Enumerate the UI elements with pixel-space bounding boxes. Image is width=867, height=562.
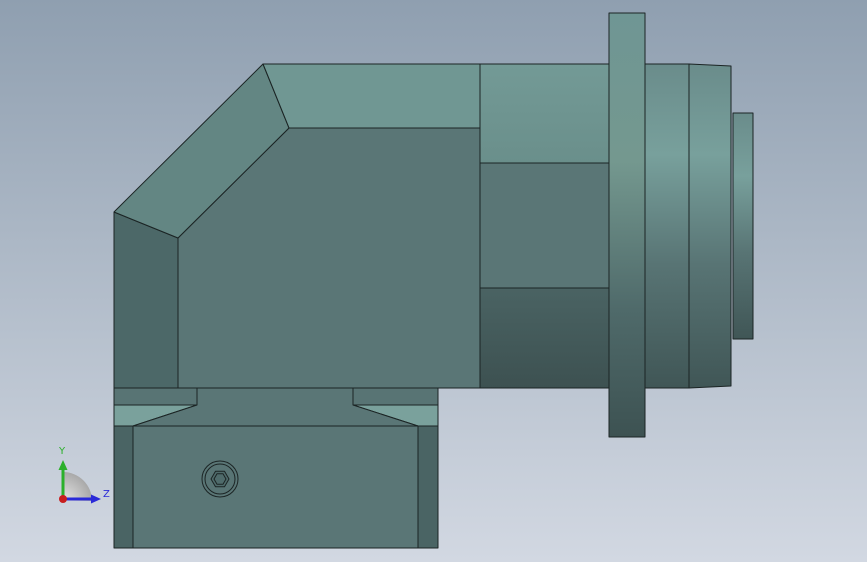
model-canvas[interactable]: Y Z: [0, 0, 867, 562]
cad-viewport[interactable]: Y Z: [0, 0, 867, 562]
socket-screw[interactable]: [201, 460, 239, 498]
output-shaft: [732, 112, 754, 340]
boss-upper-face: [479, 63, 610, 164]
housing-left-face: [113, 211, 179, 389]
base-left-side: [113, 425, 134, 549]
x-axis-dot: [59, 495, 67, 503]
base-right-side: [417, 425, 439, 549]
boss-middle-face: [479, 162, 610, 289]
base-front-face: [132, 425, 419, 549]
y-axis-label: Y: [58, 446, 66, 457]
mounting-flange: [608, 12, 646, 438]
boss-lower-face: [479, 287, 610, 389]
hub-outer-ring: [688, 63, 732, 389]
z-axis-label: Z: [103, 489, 110, 500]
housing-top-face: [262, 63, 481, 129]
hub-inner-ring: [644, 63, 690, 389]
